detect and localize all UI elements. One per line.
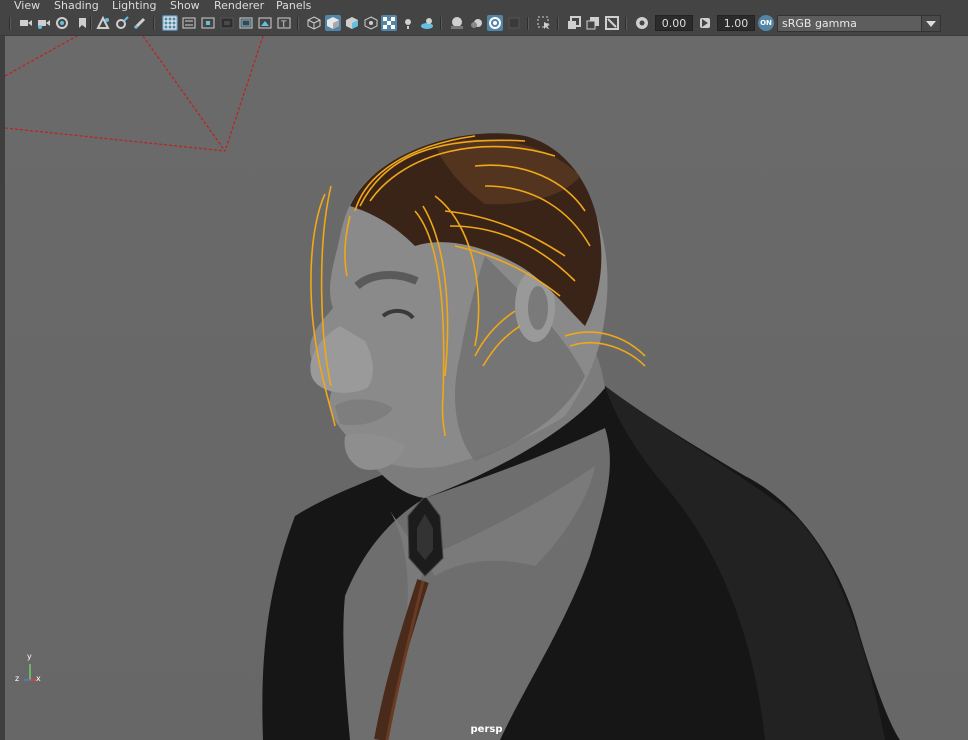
isolate-select-icon[interactable]: [536, 15, 552, 31]
backface-culling-icon[interactable]: [604, 15, 620, 31]
axis-label-z: z: [15, 674, 20, 683]
toolbar-separator: [297, 17, 299, 30]
gamma-icon[interactable]: [697, 15, 713, 31]
image-plane-icon[interactable]: [74, 15, 90, 31]
3d-viewport[interactable]: persp: [5, 36, 968, 740]
toolbar-separator: [557, 17, 559, 30]
toolbar-separator: [625, 17, 627, 30]
2d-pan-zoom-icon[interactable]: [95, 15, 111, 31]
bookmarks-icon[interactable]: [54, 15, 70, 31]
shadows-icon[interactable]: [419, 15, 435, 31]
menu-shading[interactable]: Shading: [54, 0, 99, 11]
view-transform-select[interactable]: sRGB gamma: [777, 15, 941, 32]
motion-blur-icon[interactable]: [468, 15, 484, 31]
smooth-shade-icon[interactable]: [325, 15, 341, 31]
menu-view[interactable]: View: [14, 0, 40, 11]
view-transform-value: sRGB gamma: [782, 17, 857, 30]
chevron-down-icon[interactable]: [921, 16, 940, 31]
exposure-field[interactable]: 0.00: [655, 15, 693, 31]
toolbar-separator: [9, 17, 11, 30]
camera-attributes-icon[interactable]: [36, 15, 52, 31]
pencil-icon[interactable]: [132, 15, 148, 31]
wireframe-icon[interactable]: [306, 15, 322, 31]
gamma-field[interactable]: 1.00: [717, 15, 755, 31]
depth-of-field-icon[interactable]: [506, 15, 522, 31]
exposure-icon[interactable]: [634, 15, 650, 31]
grid-icon[interactable]: [162, 15, 178, 31]
axis-gizmo: y x z: [10, 652, 41, 686]
character-ear-inner: [528, 286, 548, 330]
safe-action-icon[interactable]: [257, 15, 273, 31]
toolbar-separator: [90, 17, 92, 30]
gate-mask-icon[interactable]: [219, 15, 235, 31]
toolbar-separator: [153, 17, 155, 30]
xray-joints-icon[interactable]: [585, 15, 601, 31]
textured-icon[interactable]: [363, 15, 379, 31]
camera-frustum[interactable]: [5, 36, 264, 152]
axis-label-y: y: [27, 652, 32, 661]
xray-icon[interactable]: [566, 15, 582, 31]
select-camera-icon[interactable]: [18, 15, 34, 31]
use-lights-icon[interactable]: [400, 15, 416, 31]
svg-text:T: T: [280, 20, 287, 30]
menu-renderer[interactable]: Renderer: [214, 0, 264, 11]
anti-aliasing-icon[interactable]: [487, 15, 503, 31]
safe-title-icon[interactable]: T: [276, 15, 292, 31]
toolbar-separator: [440, 17, 442, 30]
menu-panels[interactable]: Panels: [276, 0, 311, 11]
field-chart-icon[interactable]: [238, 15, 254, 31]
grease-pencil-icon[interactable]: [114, 15, 130, 31]
axis-label-x: x: [36, 674, 41, 683]
menu-show[interactable]: Show: [170, 0, 200, 11]
panel-menu-bar: View Shading Lighting Show Renderer Pane…: [0, 0, 968, 12]
camera-name-label: persp: [470, 724, 503, 735]
viewport-scene: [5, 36, 900, 740]
ambient-occlusion-icon[interactable]: [449, 15, 465, 31]
default-material-icon[interactable]: [344, 15, 360, 31]
film-gate-icon[interactable]: [181, 15, 197, 31]
color-management-toggle-label: ON: [760, 19, 772, 27]
menu-lighting[interactable]: Lighting: [112, 0, 156, 11]
panel-toolbar: T 0.00 1.00 ON sRGB gamma: [0, 12, 968, 36]
color-management-icon[interactable]: ON: [758, 15, 774, 31]
resolution-gate-icon[interactable]: [200, 15, 216, 31]
checker-texture-icon[interactable]: [381, 15, 397, 31]
toolbar-separator: [527, 17, 529, 30]
